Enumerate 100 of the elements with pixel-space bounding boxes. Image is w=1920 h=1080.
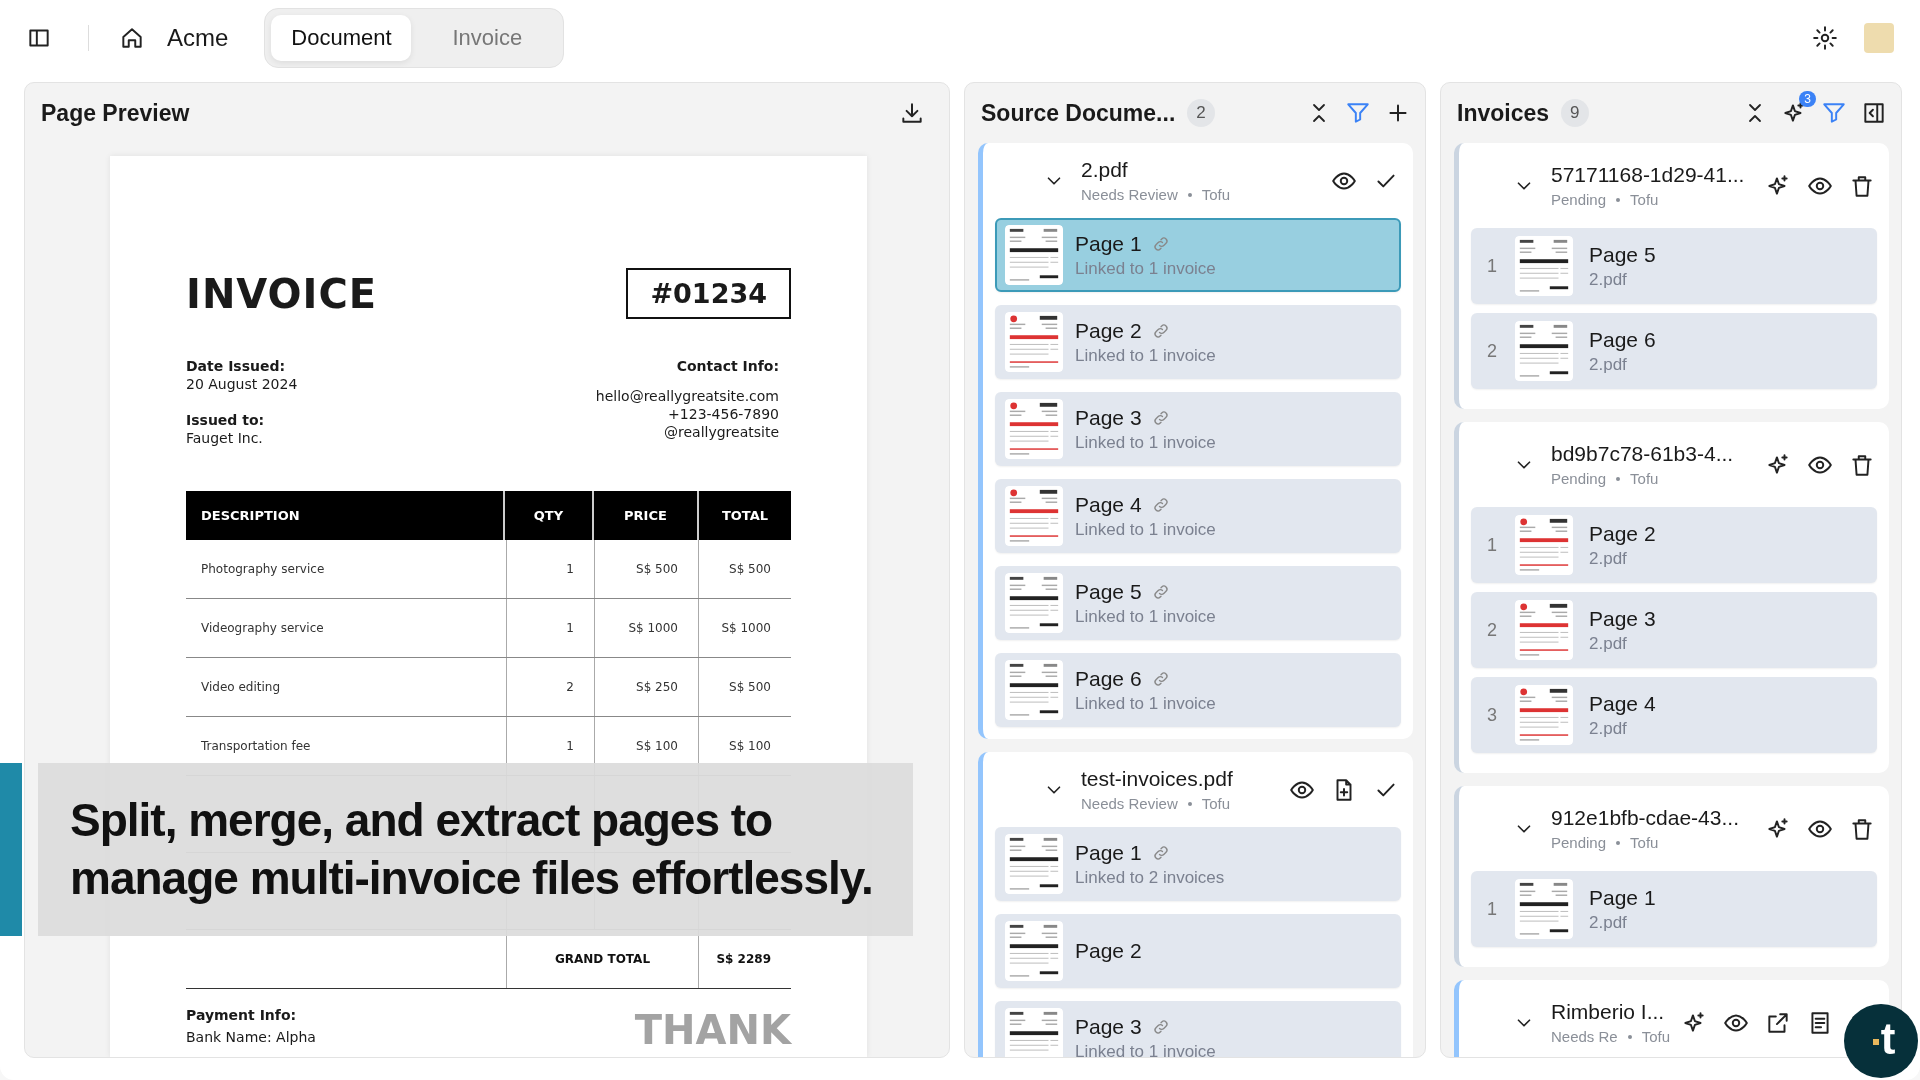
page-index: 2 (1487, 619, 1498, 641)
page-title: Page 6 (1075, 666, 1142, 691)
status-text: Needs Review (1081, 795, 1178, 812)
invoice-page-item[interactable]: 2 Page 6 2.pdf (1471, 313, 1877, 389)
owner-text: Tofu (1201, 795, 1231, 812)
source-file: 2.pdf (1589, 718, 1628, 739)
page-title: Page 1 (1589, 885, 1656, 910)
page-title: Page 3 (1589, 606, 1656, 631)
client-name: Fauget Inc. (186, 429, 264, 447)
filter-icon[interactable] (1821, 100, 1847, 126)
invoice-name: 912e1bfb-cdae-43... (1551, 806, 1740, 830)
payment-label: Payment Info: (186, 1007, 298, 1023)
panel-title: Invoices (1457, 99, 1550, 127)
link-status: Linked to 2 invoices (1075, 867, 1225, 888)
page-index: 2 (1487, 340, 1498, 362)
page-title: Page 4 (1075, 492, 1142, 517)
panel-title: Source Docume... (981, 99, 1176, 127)
count-badge: 2 (1187, 99, 1215, 127)
page-title: Page 2 (1075, 939, 1142, 963)
table-cell: S$ 500 (698, 658, 791, 716)
column-header: QTY (502, 491, 592, 540)
page-thumbnail (1515, 321, 1573, 381)
page-index: 1 (1487, 255, 1498, 277)
table-cell: 2 (506, 658, 594, 716)
invoice-page-item[interactable]: 2 Page 3 2.pdf (1471, 592, 1877, 668)
invoice-page-item[interactable]: 1 Page 5 2.pdf (1471, 228, 1877, 304)
page-title: Page 1 (1075, 231, 1142, 256)
status-text: Pending (1551, 834, 1607, 851)
page-thumbnail (1005, 486, 1063, 546)
page-title: Page 3 (1075, 1014, 1142, 1039)
page-item[interactable]: Page 1 Linked to 1 invoice (995, 218, 1401, 292)
page-index: 3 (1487, 704, 1498, 726)
owner-text: Tofu (1630, 470, 1659, 487)
column-header: DESCRIPTION (200, 507, 301, 525)
owner-text: Tofu (1641, 1028, 1671, 1045)
source-file: 2.pdf (1589, 633, 1628, 654)
link-status: Linked to 1 invoice (1075, 1041, 1216, 1057)
filter-icon[interactable] (1345, 100, 1371, 126)
status-text: Pending (1551, 191, 1607, 208)
view-tab[interactable]: Document (271, 15, 412, 61)
table-cell-text: Transportation fee (200, 738, 312, 755)
link-status: Linked to 1 invoice (1075, 258, 1216, 279)
page-thumbnail (1005, 834, 1063, 894)
source-file: 2.pdf (1589, 912, 1628, 933)
contact-line: @reallygreatsite (663, 423, 779, 441)
link-status: Linked to 1 invoice (1075, 519, 1216, 540)
invoice-name: 57171168-1d29-41... (1551, 163, 1746, 187)
page-thumbnail (1005, 660, 1063, 720)
invoice-page-item[interactable]: 1 Page 2 2.pdf (1471, 507, 1877, 583)
caption: Split, merge, and extract pages to manage multi-invoice files effortlessly. (38, 763, 913, 936)
chat-launcher[interactable]: t (1844, 1004, 1918, 1078)
page-title: Page 5 (1075, 579, 1142, 604)
page-thumbnail (1515, 879, 1573, 939)
issued-to-label: Issued to: (186, 411, 266, 429)
page-item[interactable]: Page 3 Linked to 1 invoice (995, 392, 1401, 466)
page-thumbnail (1515, 515, 1573, 575)
page-thumbnail (1515, 685, 1573, 745)
page-thumbnail (1005, 573, 1063, 633)
table-cell: S$ 1000 (594, 599, 698, 657)
count-badge: 9 (1561, 99, 1589, 127)
table-cell: S$ 500 (698, 540, 791, 598)
invoice-title: INVOICE (186, 270, 378, 317)
table-cell: 1 (506, 599, 594, 657)
invoice-name: Rimberio I... (1551, 1000, 1666, 1024)
home-icon[interactable] (119, 25, 145, 51)
page-title: Page 2 (1589, 521, 1656, 546)
status-text: Needs Re (1551, 1028, 1618, 1045)
status-text: Needs Review (1081, 186, 1178, 203)
page-item[interactable]: Page 3 Linked to 1 invoice (995, 1001, 1401, 1057)
page-item[interactable]: Page 2 (995, 914, 1401, 988)
view-tab[interactable]: Invoice (417, 15, 558, 61)
owner-text: Tofu (1630, 834, 1659, 851)
page-thumbnail (1515, 600, 1573, 660)
page-index: 1 (1487, 534, 1498, 556)
contact-label: Contact Info: (675, 357, 779, 375)
page-item[interactable]: Page 6 Linked to 1 invoice (995, 653, 1401, 727)
panel-collapse-icon[interactable] (1861, 100, 1887, 126)
invoice-page-item[interactable]: 1 Page 1 2.pdf (1471, 871, 1877, 947)
invoice-page-item[interactable]: 3 Page 4 2.pdf (1471, 677, 1877, 753)
table-cell: S$ 250 (594, 658, 698, 716)
contact-line: +123-456-7890 (667, 405, 779, 423)
page-thumbnail (1005, 312, 1063, 372)
table-cell: 1 (506, 540, 594, 598)
issue-date: 20 August 2024 (186, 375, 298, 393)
invoice-name: bd9b7c78-61b3-4... (1551, 442, 1735, 466)
link-status: Linked to 1 invoice (1075, 606, 1216, 627)
page-thumbnail (1515, 236, 1573, 296)
page-item[interactable]: Page 4 Linked to 1 invoice (995, 479, 1401, 553)
document-name: 2.pdf (1081, 158, 1129, 182)
link-status: Linked to 1 invoice (1075, 432, 1216, 453)
page-item[interactable]: Page 5 Linked to 1 invoice (995, 566, 1401, 640)
page-item[interactable]: Page 2 Linked to 1 invoice (995, 305, 1401, 379)
status-text: Pending (1551, 470, 1607, 487)
page-title: Page 5 (1589, 242, 1656, 267)
table-cell: S$ 500 (594, 540, 698, 598)
source-file: 2.pdf (1589, 354, 1628, 375)
table-cell-text: Video editing (200, 679, 282, 696)
source-file: 2.pdf (1589, 269, 1628, 290)
page-item[interactable]: Page 1 Linked to 2 invoices (995, 827, 1401, 901)
page-thumbnail (1005, 921, 1063, 981)
